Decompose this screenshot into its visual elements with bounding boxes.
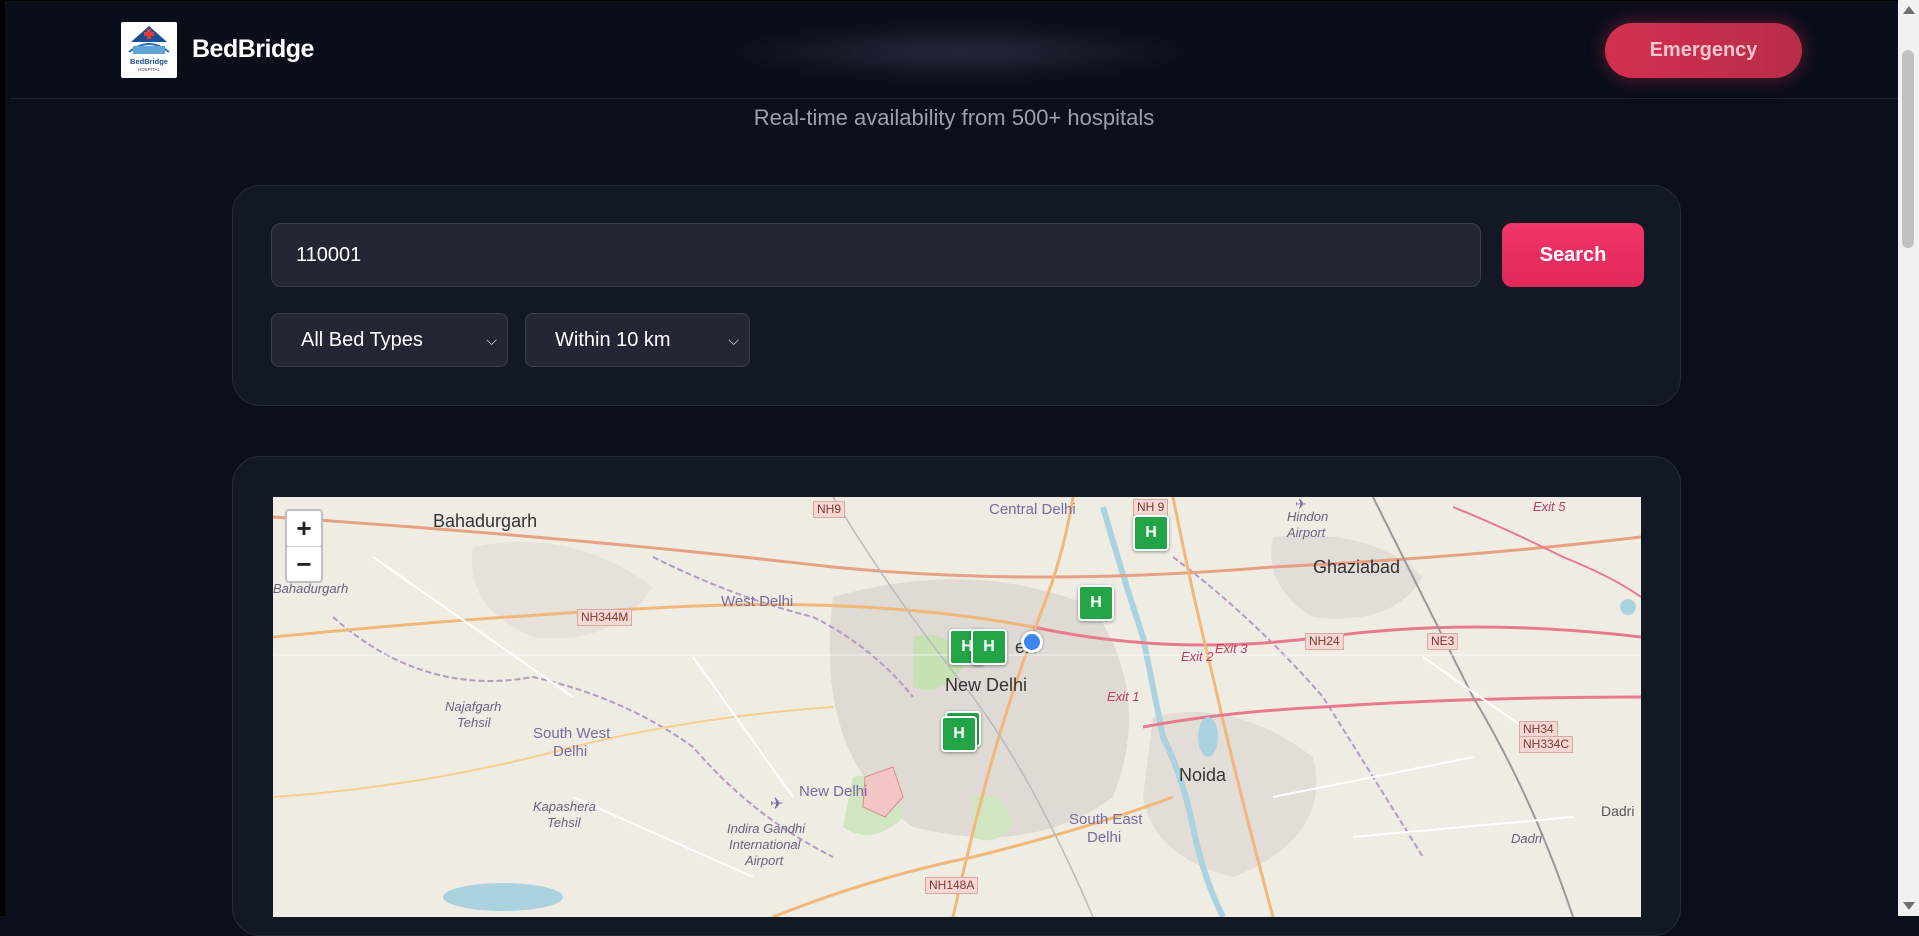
exit-label: Exit 3 (1215, 641, 1248, 656)
place-label: Dadri (1601, 803, 1635, 819)
chevron-down-icon: ⌵ (728, 332, 739, 348)
place-label: Delhi (553, 743, 588, 760)
emergency-button[interactable]: Emergency (1605, 23, 1802, 78)
place-label: New Delhi (799, 783, 868, 800)
place-label: Airport (745, 853, 784, 868)
user-location-dot (1021, 631, 1043, 653)
page-frame: BedBridge HOSPITAL BedBridge Emergency R… (0, 0, 1903, 936)
zoom-control: + − (285, 509, 323, 583)
distance-select[interactable]: Within 10 km ⌵ (525, 313, 750, 367)
svg-text:✈: ✈ (770, 794, 783, 813)
place-label: International (729, 837, 801, 852)
hospital-marker[interactable]: H (941, 716, 977, 752)
brand-name: BedBridge (192, 35, 314, 63)
logo[interactable]: BedBridge HOSPITAL (121, 22, 177, 78)
hospital-marker[interactable]: H (1133, 515, 1169, 551)
highway-shield: NH24 (1305, 633, 1344, 650)
place-label: Bahadurgarh (273, 581, 349, 596)
bed-type-select[interactable]: All Bed Types ⌵ (271, 313, 508, 367)
zoom-in-button[interactable]: + (287, 511, 321, 547)
place-label: New Delhi (945, 675, 1028, 695)
place-label: Delhi (1087, 829, 1122, 846)
highway-shield: NH 9 (1133, 499, 1169, 516)
place-label: Najafgarh (445, 699, 502, 714)
chevron-down-icon: ⌵ (486, 332, 497, 348)
place-label: Ghaziabad (1313, 557, 1401, 577)
hospital-marker[interactable]: H (1078, 585, 1114, 621)
highway-shield: NH344M (577, 609, 633, 626)
place-label: Central Delhi (989, 501, 1076, 518)
place-label: Noida (1179, 765, 1227, 785)
map-panel: ✈ ✈ Bahadurgarh Bahadurgarh Central Delh… (232, 456, 1681, 936)
search-input[interactable] (271, 223, 1481, 287)
highway-shield: NE3 (1427, 633, 1459, 650)
place-label: Airport (1287, 525, 1326, 540)
place-label: West Delhi (721, 593, 794, 610)
map[interactable]: ✈ ✈ Bahadurgarh Bahadurgarh Central Delh… (273, 497, 1641, 917)
bed-type-selected: All Bed Types (301, 329, 423, 351)
hospital-marker[interactable]: H (971, 629, 1007, 665)
exit-label: Exit 2 (1181, 649, 1214, 664)
zoom-out-button[interactable]: − (287, 547, 321, 582)
highway-shield: NH9 (813, 501, 846, 518)
scroll-up-icon[interactable] (1903, 6, 1915, 14)
place-label: Tehsil (457, 715, 491, 730)
place-label: Hindon (1287, 509, 1329, 524)
search-button[interactable]: Search (1502, 223, 1644, 287)
page-subtitle: Real-time availability from 500+ hospita… (753, 105, 1155, 130)
hospital-logo-icon: BedBridge HOSPITAL (128, 26, 170, 72)
header-title-blur (720, 22, 1200, 82)
highway-shield: NH148A (925, 877, 979, 894)
place-label: Tehsil (547, 815, 581, 830)
header: BedBridge HOSPITAL BedBridge Emergency (10, 2, 1903, 99)
place-label: Indira Gandhi (727, 821, 806, 836)
highway-shield: NH334C (1519, 736, 1574, 753)
search-panel: Search All Bed Types ⌵ Within 10 km ⌵ (232, 185, 1681, 406)
scroll-thumb[interactable] (1902, 50, 1914, 248)
distance-selected: Within 10 km (555, 329, 671, 351)
logo-subtext: HOSPITAL (138, 67, 160, 72)
exit-label: Exit 5 (1533, 499, 1566, 514)
place-label: Kapashera (533, 799, 596, 814)
exit-label: Exit 1 (1107, 689, 1140, 704)
place-label: South East (1069, 811, 1143, 828)
scrollbar[interactable] (1898, 0, 1919, 916)
place-label: Dadri (1511, 831, 1543, 846)
place-label: Bahadurgarh (433, 511, 538, 531)
place-label: South West (533, 725, 611, 742)
logo-text: BedBridge (130, 57, 168, 66)
scroll-down-icon[interactable] (1903, 902, 1915, 910)
